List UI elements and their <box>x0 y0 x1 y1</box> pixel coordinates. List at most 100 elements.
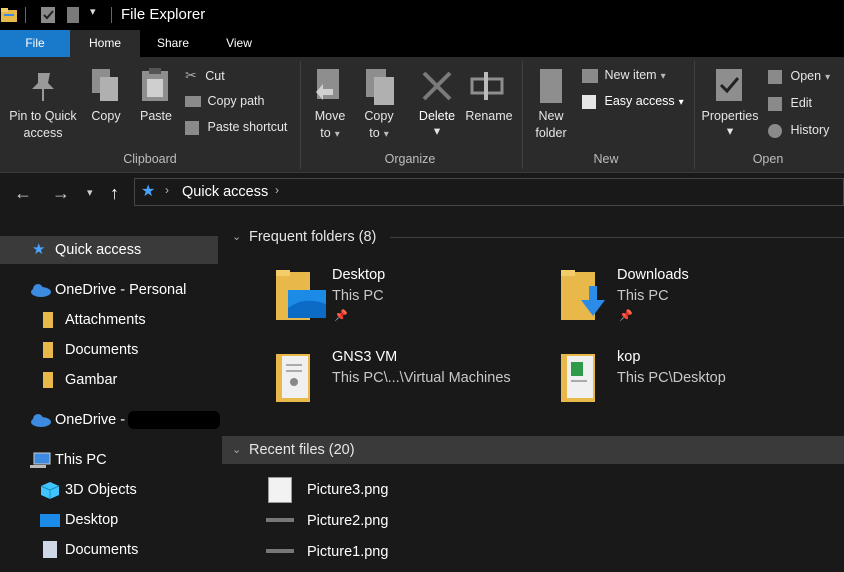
tab-file[interactable]: File <box>0 30 70 57</box>
breadcrumb-location[interactable]: Quick access <box>182 184 268 200</box>
pinned-icon: 📌 <box>619 310 633 322</box>
breadcrumb-chevron-icon[interactable]: › <box>165 183 169 197</box>
image-file-thumbnail-icon <box>268 477 292 503</box>
up-arrow-icon[interactable]: ↑ <box>110 183 119 204</box>
new-item-label: New item <box>604 68 657 82</box>
move-to-label: Move <box>314 109 346 123</box>
ribbon-divider <box>522 61 523 169</box>
sidebar-item-this-pc[interactable]: This PC <box>0 446 218 474</box>
forward-arrow-icon[interactable]: → <box>52 183 70 204</box>
sidebar-item-label: Documents <box>65 342 139 358</box>
new-folder-label: New <box>538 109 564 123</box>
image-file-thumbnail-icon <box>266 549 294 553</box>
open-button[interactable]: Open ▾ <box>768 66 830 86</box>
pin-icon <box>32 73 54 101</box>
gns3-vm-folder-icon <box>276 354 310 402</box>
desktop-icon <box>40 514 60 527</box>
collapse-chevron-icon: ⌄ <box>232 444 242 456</box>
onedrive-cloud-icon <box>31 284 51 297</box>
title-bar: ▾ File Explorer <box>0 0 844 30</box>
file-name: Picture1.png <box>307 544 389 560</box>
desktop-folder-icon <box>276 270 326 320</box>
onedrive-cloud-icon <box>31 414 51 427</box>
history-label: History <box>790 123 830 137</box>
kop-folder-icon <box>561 354 595 402</box>
delete-dropdown: ▾ <box>433 124 441 138</box>
tab-home[interactable]: Home <box>70 30 140 57</box>
sidebar-item-label: 3D Objects <box>65 482 137 498</box>
sidebar-item-gambar[interactable]: Gambar <box>0 366 218 394</box>
recent-locations-chevron-icon[interactable]: ▾ <box>87 186 93 199</box>
move-to-label-line2: to ▾ <box>320 126 340 140</box>
sidebar-item-quick-access[interactable]: ★ Quick access <box>0 236 218 264</box>
easy-access-label: Easy access <box>604 94 675 108</box>
ribbon: Pin to Quick access Copy Paste ✂ Cut Cop… <box>0 57 844 173</box>
easy-access-button[interactable]: Easy access ▾ <box>582 91 684 111</box>
sidebar-item-documents-onedrive[interactable]: Documents <box>0 336 218 364</box>
easy-access-icon <box>582 94 596 109</box>
edit-button[interactable]: Edit <box>768 93 812 113</box>
copy-path-label: Copy path <box>207 94 265 108</box>
open-label: Open <box>790 69 822 83</box>
copy-to-label-line2: to ▾ <box>369 126 389 140</box>
section-title: Recent files (20) <box>249 442 355 458</box>
tab-view[interactable]: View <box>206 30 272 57</box>
sidebar-item-documents[interactable]: Documents <box>0 536 218 564</box>
sidebar-item-label: OneDrive - <box>55 412 126 428</box>
scissors-icon: ✂ <box>185 67 197 83</box>
organize-group-label: Organize <box>384 152 436 166</box>
copy-path-icon <box>185 96 201 108</box>
open-icon <box>768 69 782 84</box>
sidebar-item-onedrive-work[interactable]: OneDrive - <box>0 406 220 434</box>
sidebar-item-label: Gambar <box>65 372 118 388</box>
properties-quick-icon[interactable] <box>40 6 56 24</box>
edit-label: Edit <box>790 96 813 110</box>
folder-path: This PC <box>332 288 384 304</box>
paste-shortcut-label: Paste shortcut <box>207 120 288 134</box>
back-arrow-icon[interactable]: ← <box>14 183 32 204</box>
folder-path: This PC\Desktop <box>617 370 726 386</box>
copy-path-button[interactable]: Copy path <box>185 91 264 111</box>
folder-app-icon[interactable] <box>0 6 18 24</box>
sidebar-item-label: Desktop <box>65 512 119 528</box>
sidebar-item-label: OneDrive - Personal <box>55 282 187 298</box>
cut-button[interactable]: ✂ Cut <box>185 65 225 85</box>
copy-icon <box>92 69 118 101</box>
sidebar-item-onedrive-personal[interactable]: OneDrive - Personal <box>0 276 218 304</box>
recent-files-header[interactable]: ⌄ Recent files (20) <box>222 436 844 464</box>
tab-share[interactable]: Share <box>140 30 206 57</box>
redacted-account-name <box>128 411 220 429</box>
breadcrumb-chevron-icon[interactable]: › <box>275 183 279 197</box>
paste-icon <box>142 68 168 101</box>
sidebar-item-3d-objects[interactable]: 3D Objects <box>0 476 218 504</box>
copy-to-icon <box>366 69 394 105</box>
rename-label: Rename <box>465 109 513 123</box>
rename-icon <box>470 72 504 100</box>
history-button[interactable]: History <box>768 120 829 140</box>
ribbon-divider <box>694 61 695 169</box>
quick-access-star-icon: ★ <box>32 241 46 258</box>
pin-label-line2: access <box>23 126 63 140</box>
address-box[interactable]: ★ › Quick access › <box>134 178 844 206</box>
paste-shortcut-button[interactable]: Paste shortcut <box>185 117 287 137</box>
file-name: Picture2.png <box>307 513 389 529</box>
frequent-folders-header[interactable]: ⌄ Frequent folders (8) <box>222 223 844 251</box>
sidebar-item-attachments[interactable]: Attachments <box>0 306 218 334</box>
sidebar-item-label: Attachments <box>65 312 146 328</box>
new-group-label: New <box>593 152 619 166</box>
customize-quick-access-icon[interactable]: ▾ <box>90 5 96 18</box>
history-icon <box>768 123 782 138</box>
sidebar-item-label: Documents <box>65 542 139 558</box>
new-folder-icon <box>540 69 562 103</box>
new-item-button[interactable]: New item ▾ <box>582 65 666 85</box>
edit-icon <box>768 96 782 111</box>
properties-icon <box>716 69 742 101</box>
clipboard-group-label: Clipboard <box>123 152 177 166</box>
section-divider <box>390 237 844 238</box>
new-folder-quick-icon[interactable] <box>66 6 80 24</box>
sidebar-item-desktop[interactable]: Desktop <box>0 506 218 534</box>
image-file-thumbnail-icon <box>266 518 294 522</box>
sidebar-item-label: This PC <box>55 452 107 468</box>
folder-icon <box>43 342 53 358</box>
open-group-label: Open <box>752 152 784 166</box>
